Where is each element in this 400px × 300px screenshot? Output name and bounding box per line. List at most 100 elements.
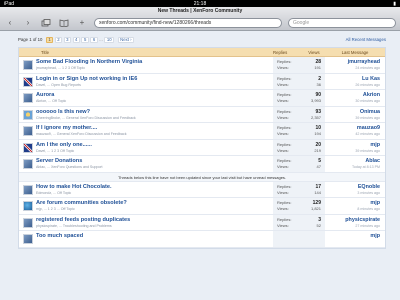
thread-title[interactable]: Are forum communities obsolete? xyxy=(36,200,273,206)
last-message: Ablac Today at 8:13 PM xyxy=(325,156,385,172)
thread-stats: Replies: 129 Views: 1,821 xyxy=(273,198,325,214)
bookmarks-icon[interactable] xyxy=(58,18,70,28)
page-link[interactable]: 5 xyxy=(81,36,89,43)
last-poster[interactable]: jmurrayhead xyxy=(325,59,380,65)
last-post-time[interactable]: 27 minutes ago xyxy=(325,224,380,228)
thread-meta: mjp, ... 1 2 3 ... Off Topic xyxy=(36,207,75,211)
device-label: iPad xyxy=(4,0,15,7)
page-link[interactable]: 1 xyxy=(45,36,54,43)
thread-row: Server Donations Ablac, ... XenForo Ques… xyxy=(19,156,385,173)
views-label: Views: xyxy=(277,164,289,170)
thread-title[interactable]: Some Bad Flooding In Northern Virginia xyxy=(36,59,273,65)
thread-title[interactable]: Aurora xyxy=(36,92,273,98)
thread-meta: CheeringBroke, ... General XenForo Discu… xyxy=(36,115,136,120)
views-count: 194 xyxy=(314,131,321,137)
thread-title[interactable]: Am I the only one...... xyxy=(36,142,273,148)
last-poster[interactable]: Ablac xyxy=(325,158,380,164)
column-views[interactable]: Views xyxy=(303,50,325,55)
views-label: Views: xyxy=(277,65,289,71)
last-post-time[interactable]: 30 minutes ago xyxy=(325,99,380,103)
page-link-last[interactable]: 10 xyxy=(104,36,115,43)
thread-main: Are forum communities obsolete? mjp, ...… xyxy=(36,198,273,214)
views-count: 219 xyxy=(314,147,321,153)
page-title: New Threads | XenForo Community xyxy=(157,8,243,14)
avatar[interactable] xyxy=(23,159,33,169)
avatar[interactable] xyxy=(23,60,33,70)
avatar[interactable] xyxy=(23,184,33,195)
avatar[interactable] xyxy=(23,109,33,120)
address-bar[interactable]: xenforo.com/community/find-new/1280266/t… xyxy=(94,17,282,28)
thread-row: Some Bad Flooding In Northern Virginia j… xyxy=(19,57,385,74)
column-last-message[interactable]: Last Message xyxy=(325,50,385,55)
page-link[interactable]: 2 xyxy=(54,36,63,43)
ios-status-bar: iPad 21:18 ▮ xyxy=(0,0,400,7)
add-icon[interactable]: + xyxy=(76,18,88,28)
search-input[interactable]: Google xyxy=(288,17,396,28)
pagination-label: Page 1 of 10 xyxy=(18,37,43,42)
page-link[interactable]: 6 xyxy=(90,36,98,43)
last-poster[interactable]: Lu Kas xyxy=(325,76,380,82)
battery-icon: ▮ xyxy=(393,0,396,7)
thread-title[interactable]: Too much spaced xyxy=(36,233,273,239)
views-count: 36 xyxy=(316,81,321,87)
last-post-time[interactable]: 8 minutes ago xyxy=(325,207,380,211)
last-post-time[interactable]: 42 minutes ago xyxy=(325,132,380,136)
unread-notice: Threads below this line have not been up… xyxy=(19,172,385,182)
avatar[interactable] xyxy=(23,126,33,136)
last-poster[interactable]: mauzao9 xyxy=(325,125,380,131)
thread-title[interactable]: If I ignore my mother.... xyxy=(36,125,273,131)
column-replies[interactable]: Replies xyxy=(273,50,303,55)
page-link[interactable]: 4 xyxy=(72,36,80,43)
last-poster[interactable]: mjp xyxy=(325,142,380,148)
thread-row: How to make Hot Chocolate. Edmondz, ... … xyxy=(19,181,385,198)
avatar[interactable] xyxy=(23,201,33,211)
avatar[interactable] xyxy=(23,217,33,228)
last-post-time[interactable]: 24 minutes ago xyxy=(325,66,380,70)
thread-meta: Edmondz, ... Off Topic xyxy=(36,190,72,195)
last-message: mjp 8 minutes ago xyxy=(325,198,385,214)
thread-main: Too much spaced xyxy=(36,231,273,247)
thread-stats: Replies: 2 Views: 36 xyxy=(273,73,325,89)
last-message: Onimua 39 minutes ago xyxy=(325,107,385,123)
last-post-time[interactable]: 39 minutes ago xyxy=(325,116,380,120)
last-post-time[interactable]: 26 minutes ago xyxy=(325,83,380,87)
views-count: 191 xyxy=(314,65,321,71)
thread-title[interactable]: registered feeds posting duplicates xyxy=(36,217,273,223)
next-page-button[interactable]: Next › xyxy=(117,36,135,43)
last-poster[interactable]: Onimua xyxy=(325,109,380,115)
last-poster[interactable]: physicspirate xyxy=(325,217,380,223)
back-icon[interactable]: ‹ xyxy=(4,18,16,28)
last-post-time[interactable]: Today at 8:13 PM xyxy=(325,165,380,169)
last-poster[interactable]: mjp xyxy=(325,233,380,239)
avatar[interactable] xyxy=(23,142,33,153)
last-poster[interactable]: Akrion xyxy=(325,92,380,98)
thread-meta: Davel, ... 1 2 3 Off Topic xyxy=(36,148,75,153)
views-count: 144 xyxy=(314,189,321,195)
views-count: 52 xyxy=(316,222,321,228)
thread-stats: Replies: 10 Views: 194 xyxy=(273,123,325,139)
thread-title[interactable]: oooooo Is this new? xyxy=(36,109,273,115)
avatar[interactable] xyxy=(23,234,33,244)
avatar[interactable] xyxy=(23,93,33,103)
thread-title[interactable]: Server Donations xyxy=(36,158,273,164)
column-title[interactable]: Title xyxy=(19,50,273,55)
thread-list: Title Replies Views Last Message Some Ba… xyxy=(18,47,386,249)
all-recent-messages-link[interactable]: All Recent Messages xyxy=(346,37,386,42)
thread-title[interactable]: How to make Hot Chocolate. xyxy=(36,184,273,190)
pagination: Page 1 of 10 1 2 3 4 5 6 ... 10 Next › xyxy=(18,36,135,43)
thread-row: Too much spaced mjp xyxy=(19,231,385,248)
forward-icon[interactable]: › xyxy=(22,18,34,28)
last-post-time[interactable]: 3 minutes ago xyxy=(325,191,380,195)
thread-title[interactable]: Login in or Sign Up not working in IE6 xyxy=(36,76,273,82)
thread-row: Aurora Akrion, ... Off Topic Replies: 90 … xyxy=(19,90,385,107)
last-post-time[interactable]: 39 minutes ago xyxy=(325,149,380,153)
thread-main: Aurora Akrion, ... Off Topic xyxy=(36,90,273,106)
thread-stats: Replies: 28 Views: 191 xyxy=(273,57,325,73)
last-message: jmurrayhead 24 minutes ago xyxy=(325,57,385,73)
avatar[interactable] xyxy=(23,76,33,87)
last-poster[interactable]: EQnoble xyxy=(325,184,380,190)
tabs-icon[interactable] xyxy=(40,18,52,28)
last-poster[interactable]: mjp xyxy=(325,200,380,206)
last-message: mjp 39 minutes ago xyxy=(325,140,385,156)
page-link[interactable]: 3 xyxy=(63,36,72,43)
